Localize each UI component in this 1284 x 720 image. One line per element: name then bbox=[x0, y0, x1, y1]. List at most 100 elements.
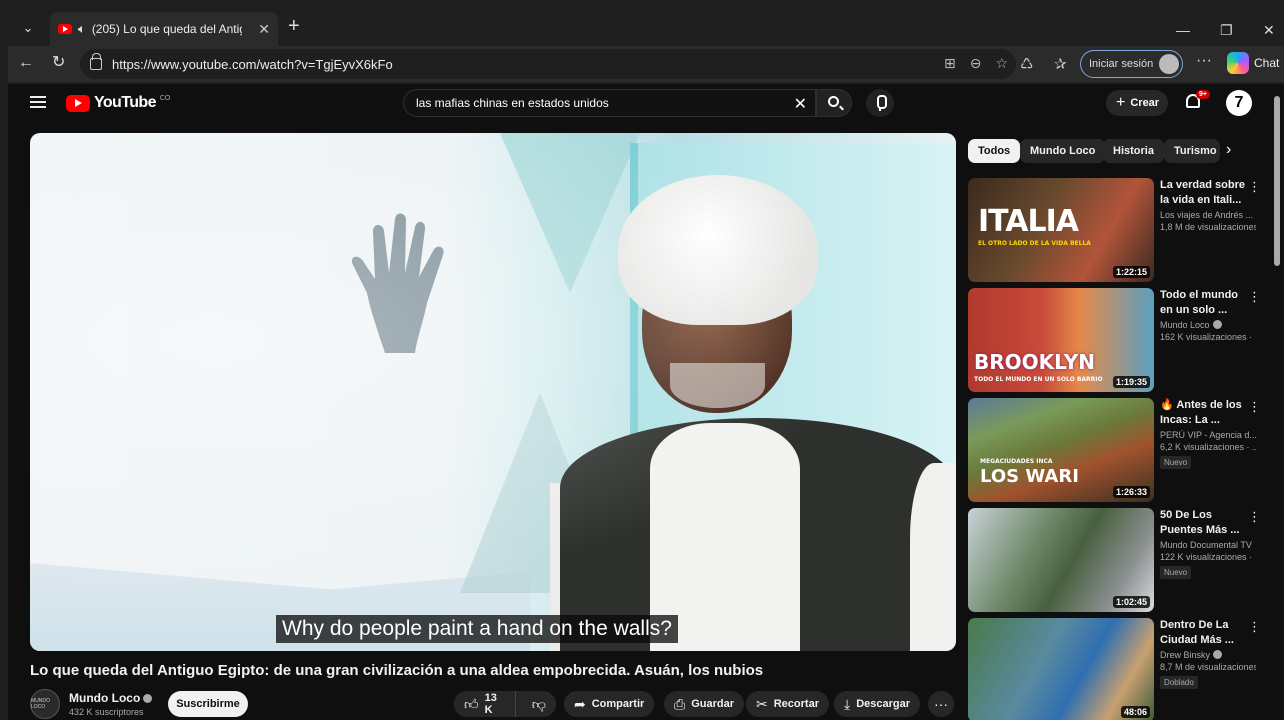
close-window-icon[interactable]: ✕ bbox=[1263, 22, 1275, 39]
maximize-icon[interactable]: ❐ bbox=[1220, 22, 1233, 39]
video-thumbnail[interactable]: 1:02:45 bbox=[968, 508, 1154, 612]
chip-mundo-loco[interactable]: Mundo Loco bbox=[1020, 139, 1106, 163]
rec-channel[interactable]: PERÚ VIP - Agencia d... bbox=[1160, 430, 1256, 440]
search-icon bbox=[828, 96, 839, 107]
like-button[interactable]: 👍︎ 13 K bbox=[454, 691, 516, 717]
reload-icon[interactable]: ↻ bbox=[52, 54, 65, 72]
navigation-bar: ← ↻ https://www.youtube.com/watch?v=TgjE… bbox=[8, 46, 1284, 82]
youtube-page: YouTube CO las mafias chinas en estados … bbox=[8, 84, 1284, 720]
duration-badge: 48:06 bbox=[1120, 706, 1150, 718]
kebab-menu-icon[interactable]: ⋮ bbox=[1248, 510, 1261, 523]
plus-icon: + bbox=[1116, 94, 1126, 111]
rec-channel[interactable]: Los viajes de Andrés ... bbox=[1160, 210, 1256, 220]
back-arrow-icon[interactable]: ← bbox=[18, 54, 34, 72]
duration-badge: 1:02:45 bbox=[1112, 596, 1150, 608]
search-box[interactable]: las mafias chinas en estados unidos ✕ bbox=[403, 89, 816, 117]
duration-badge: 1:26:33 bbox=[1112, 486, 1150, 498]
hamburger-menu-icon[interactable] bbox=[30, 96, 46, 108]
video-thumbnail[interactable]: ITALIA EL OTRO LADO DE LA VIDA BELLA 1:2… bbox=[968, 178, 1154, 282]
rec-title-line1: La verdad sobre bbox=[1160, 179, 1245, 191]
recommendation-item[interactable]: BROOKLYN TODO EL MUNDO EN UN SOLO BARRIO… bbox=[968, 288, 1268, 392]
browser-menu-icon[interactable]: ··· bbox=[1196, 52, 1212, 70]
duration-badge: 1:22:15 bbox=[1112, 266, 1150, 278]
kebab-menu-icon[interactable]: ⋮ bbox=[1248, 180, 1261, 193]
clip-button[interactable]: ✂ Recortar bbox=[746, 691, 829, 717]
verified-icon bbox=[143, 694, 153, 703]
more-actions-icon[interactable]: ··· bbox=[928, 691, 954, 717]
search-input[interactable]: las mafias chinas en estados unidos bbox=[416, 96, 609, 110]
recommendation-item[interactable]: 1:02:45 50 De Los Puentes Más ... Mundo … bbox=[968, 508, 1268, 612]
favorite-star-icon[interactable]: ☆ bbox=[995, 55, 1008, 72]
youtube-logo[interactable]: YouTube CO bbox=[66, 94, 170, 112]
kebab-menu-icon[interactable]: ⋮ bbox=[1248, 400, 1261, 413]
dubbed-badge: Doblado bbox=[1160, 676, 1198, 689]
youtube-play-icon bbox=[66, 94, 90, 112]
chip-todos[interactable]: Todos bbox=[968, 139, 1021, 163]
tab-list-chevron-icon[interactable]: ⌄ bbox=[16, 16, 40, 40]
minimize-icon[interactable]: — bbox=[1176, 22, 1190, 38]
rec-channel[interactable]: Mundo Loco bbox=[1160, 320, 1256, 330]
rec-title-line2: Ciudad Más ... bbox=[1160, 634, 1234, 646]
video-thumbnail[interactable]: BROOKLYN TODO EL MUNDO EN UN SOLO BARRIO… bbox=[968, 288, 1154, 392]
recommendation-item[interactable]: MEGACIUDADES INCA LOS WARI 1:26:33 🔥 Ant… bbox=[968, 398, 1268, 502]
like-count: 13 K bbox=[484, 692, 497, 716]
rec-channel[interactable]: Drew Binsky bbox=[1160, 650, 1256, 660]
download-icon: ⤓ bbox=[844, 695, 851, 712]
rec-title-line2: Puentes Más ... bbox=[1160, 524, 1240, 536]
new-tab-button[interactable]: + bbox=[288, 16, 300, 36]
scissors-icon: ✂ bbox=[756, 695, 768, 712]
video-thumbnail[interactable]: 48:06 bbox=[968, 618, 1154, 720]
video-player[interactable] bbox=[30, 133, 956, 651]
create-button[interactable]: + Crear bbox=[1106, 90, 1168, 116]
signin-label: Iniciar sesión bbox=[1089, 58, 1154, 70]
search-button[interactable] bbox=[816, 89, 852, 117]
kebab-menu-icon[interactable]: ⋮ bbox=[1248, 620, 1261, 633]
speaker-icon[interactable]: 🔈︎ bbox=[78, 21, 86, 37]
user-avatar[interactable]: 7 bbox=[1226, 90, 1252, 116]
new-badge: Nuevo bbox=[1160, 566, 1192, 579]
rec-views: 8,7 M de visualizaciones bbox=[1160, 662, 1256, 672]
browser-window: ⌄ 🔈︎ (205) Lo que queda del Antig... ✕ +… bbox=[0, 0, 1284, 720]
bookmark-icon: ⎙ bbox=[674, 695, 686, 712]
rec-title-line1: 🔥 Antes de los bbox=[1160, 399, 1242, 411]
save-button[interactable]: ⎙ Guardar bbox=[664, 691, 744, 717]
chip-turismo[interactable]: Turismo bbox=[1164, 139, 1220, 163]
chat-label[interactable]: Chat bbox=[1254, 56, 1279, 70]
recommendation-item[interactable]: ITALIA EL OTRO LADO DE LA VIDA BELLA 1:2… bbox=[968, 178, 1268, 282]
dislike-button[interactable]: 👎︎ bbox=[522, 691, 556, 717]
download-button[interactable]: ⤓ Descargar bbox=[834, 691, 921, 717]
rec-views: 1,8 M de visualizaciones bbox=[1160, 222, 1256, 232]
new-badge: Nuevo bbox=[1160, 456, 1192, 469]
rec-views: 6,2 K visualizaciones · ... bbox=[1160, 442, 1256, 452]
video-thumbnail[interactable]: MEGACIUDADES INCA LOS WARI 1:26:33 bbox=[968, 398, 1154, 502]
clear-search-icon[interactable]: ✕ bbox=[794, 94, 807, 114]
extensions-icon[interactable]: ♺ bbox=[1020, 55, 1033, 73]
signin-button[interactable]: Iniciar sesión bbox=[1080, 50, 1183, 78]
zoom-icon[interactable]: ⊖ bbox=[970, 55, 982, 72]
rec-channel[interactable]: Mundo Documental TV bbox=[1160, 540, 1256, 550]
voice-search-mic-icon[interactable] bbox=[866, 89, 894, 117]
thumbs-up-icon: 👍︎ bbox=[464, 695, 479, 712]
address-bar[interactable]: https://www.youtube.com/watch?v=TgjEyvX6… bbox=[80, 49, 1016, 79]
browser-tab-active[interactable]: 🔈︎ (205) Lo que queda del Antig... ✕ bbox=[50, 12, 278, 46]
verified-icon bbox=[1213, 650, 1223, 659]
subscribe-button[interactable]: Suscribirme bbox=[168, 691, 248, 717]
recommendation-item[interactable]: 48:06 Dentro De La Ciudad Más ... Drew B… bbox=[968, 618, 1268, 720]
chevron-right-icon[interactable]: › bbox=[1226, 141, 1231, 159]
page-scrollbar[interactable] bbox=[1274, 96, 1280, 266]
rec-title-line1: Dentro De La bbox=[1160, 619, 1229, 631]
video-title: Lo que queda del Antiguo Egipto: de una … bbox=[30, 662, 764, 679]
share-button[interactable]: ➦ Compartir bbox=[564, 691, 655, 717]
app-available-icon[interactable]: ⊞ bbox=[944, 55, 956, 72]
chip-historia[interactable]: Historia bbox=[1103, 139, 1164, 163]
rec-title-line1: Todo el mundo bbox=[1160, 289, 1239, 301]
url-text[interactable]: https://www.youtube.com/watch?v=TgjEyvX6… bbox=[112, 57, 393, 72]
channel-name[interactable]: Mundo Loco bbox=[69, 691, 153, 705]
copilot-icon[interactable] bbox=[1227, 52, 1249, 74]
tab-strip: ⌄ 🔈︎ (205) Lo que queda del Antig... ✕ +… bbox=[8, 8, 1284, 46]
kebab-menu-icon[interactable]: ⋮ bbox=[1248, 290, 1261, 303]
channel-avatar[interactable]: MUNDO LOCO bbox=[30, 689, 60, 719]
tab-close-icon[interactable]: ✕ bbox=[258, 21, 270, 38]
favorites-icon[interactable]: ✰ bbox=[1054, 55, 1067, 73]
logo-text: YouTube bbox=[94, 94, 156, 111]
